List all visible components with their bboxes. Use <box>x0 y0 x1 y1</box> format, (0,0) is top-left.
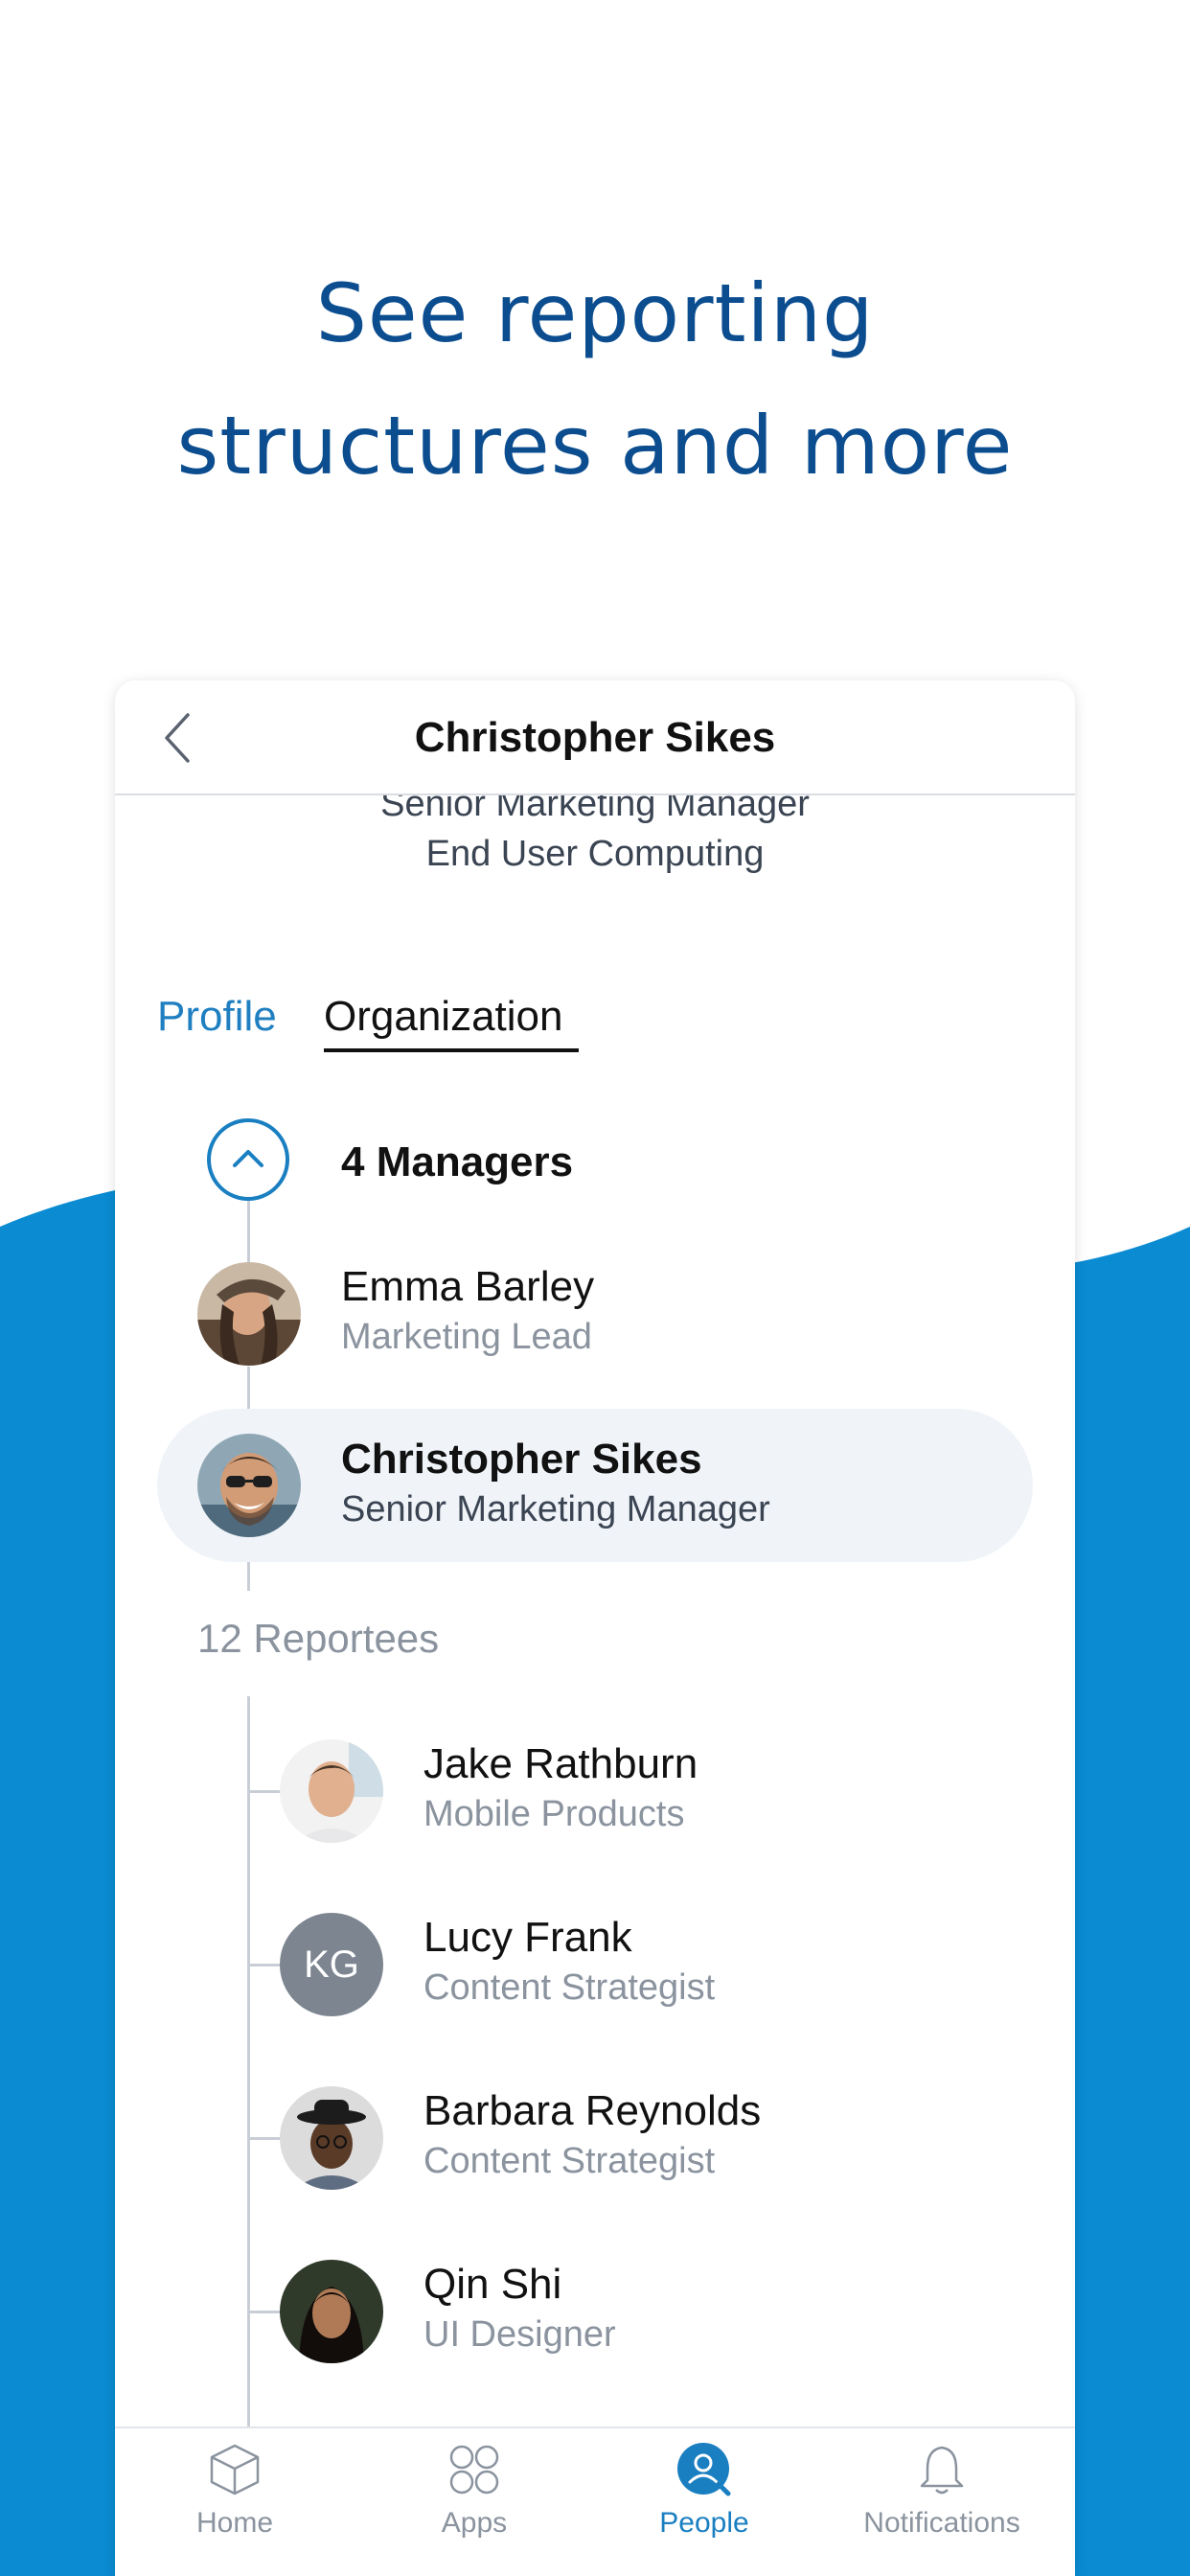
tabbar-item-people[interactable]: People <box>584 2428 824 2576</box>
headline-line-1: See reporting <box>315 266 875 360</box>
current-person-role: Senior Marketing Manager <box>341 1489 770 1530</box>
reportee-branch-line <box>247 1790 284 1793</box>
tabbar-label-apps: Apps <box>441 2507 508 2539</box>
avatar-barbara-reynolds[interactable] <box>280 2086 383 2190</box>
reportee-branch-line <box>247 2311 284 2313</box>
active-tab-indicator <box>324 1048 579 1052</box>
reportee-branch-line <box>247 1964 284 1966</box>
avatar-qin-shi[interactable] <box>280 2260 383 2363</box>
reportee-role: Content Strategist <box>423 1967 716 2008</box>
tab-organization[interactable]: Organization <box>324 993 562 1041</box>
bell-icon <box>920 2446 964 2495</box>
nav-title: Christopher Sikes <box>414 714 776 761</box>
reportee-name[interactable]: Jake Rathburn <box>423 1740 698 1788</box>
tabbar-label-notifications: Notifications <box>863 2507 1020 2539</box>
reportee-name[interactable]: Barbara Reynolds <box>423 2087 761 2135</box>
reportee-branch-line <box>247 2137 284 2140</box>
tabbar-item-home[interactable]: Home <box>115 2428 355 2576</box>
reportee-tree-line <box>247 1696 250 2426</box>
reportees-count-label: 12 Reportees <box>197 1616 440 1661</box>
avatar-emma-barley[interactable] <box>197 1262 301 1366</box>
manager-role: Marketing Lead <box>341 1317 592 1357</box>
reportee-role: Mobile Products <box>423 1794 685 1834</box>
headline-line-2: structures and more <box>176 399 1014 493</box>
managers-count-label: 4 Managers <box>341 1138 574 1185</box>
reportee-name[interactable]: Lucy Frank <box>423 1914 632 1962</box>
bottom-tab-bar: Home Apps People Notifications <box>115 2426 1075 2576</box>
manager-tree-line <box>247 1558 250 1591</box>
manager-name[interactable]: Emma Barley <box>341 1263 594 1311</box>
tabbar-item-apps[interactable]: Apps <box>355 2428 594 2576</box>
phone-screen-card: Christopher Sikes Senior Marketing Manag… <box>115 680 1075 2576</box>
person-search-icon <box>677 2443 731 2496</box>
headline: See reporting structures and more <box>0 247 1190 512</box>
profile-department: End User Computing <box>425 834 765 874</box>
tabbar-item-notifications[interactable]: Notifications <box>822 2428 1062 2576</box>
tabbar-label-people: People <box>659 2507 749 2539</box>
avatar-jake-rathburn[interactable] <box>280 1739 383 1843</box>
tab-profile[interactable]: Profile <box>157 993 277 1041</box>
chevron-up-icon <box>233 1150 263 1167</box>
current-person-name[interactable]: Christopher Sikes <box>341 1436 702 1484</box>
reportee-role: UI Designer <box>423 2314 616 2355</box>
avatar-christopher-sikes[interactable] <box>197 1434 301 1537</box>
avatar-initials-lucy-frank[interactable]: KG <box>280 1913 383 2016</box>
tabbar-label-home: Home <box>195 2507 274 2539</box>
cube-icon <box>210 2444 260 2496</box>
reportee-name[interactable]: Qin Shi <box>423 2261 561 2309</box>
reportee-role: Content Strategist <box>423 2141 716 2181</box>
navigation-bar: Christopher Sikes <box>115 680 1075 795</box>
collapse-managers-button[interactable] <box>207 1118 289 1201</box>
apps-grid-icon <box>449 2445 499 2495</box>
